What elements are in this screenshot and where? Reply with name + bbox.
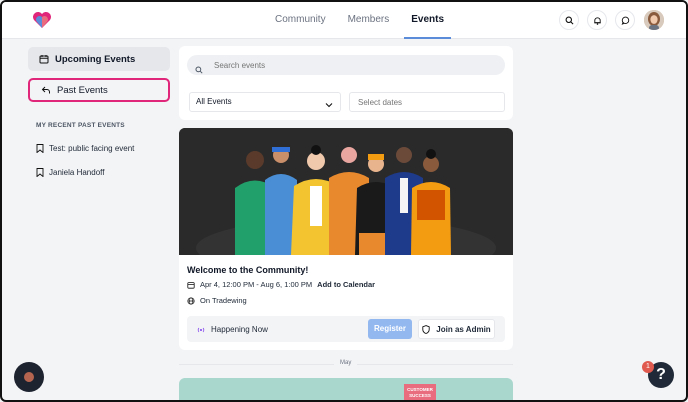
- event-type-select[interactable]: All Events: [189, 92, 341, 112]
- event-filters-card: All Events: [179, 46, 513, 120]
- status-label: Happening Now: [211, 325, 268, 334]
- globe-icon: [187, 296, 195, 305]
- help-notification-badge: 1: [642, 361, 654, 373]
- bell-icon: [593, 16, 601, 25]
- shield-icon: [422, 324, 430, 334]
- search-icon: [565, 16, 573, 24]
- search-icon: [195, 61, 203, 74]
- event-location-row: On Tradewing: [187, 296, 247, 305]
- event-card[interactable]: Welcome to the Community! Apr 4, 12:00 P…: [179, 128, 513, 350]
- event-location: On Tradewing: [200, 296, 247, 305]
- logo-icon[interactable]: [32, 11, 52, 29]
- recent-event-label: Janiela Handoff: [49, 168, 105, 177]
- nav-events[interactable]: Events: [404, 2, 452, 39]
- recent-event-item[interactable]: Janiela Handoff: [36, 168, 105, 178]
- happening-now-status: Happening Now: [197, 325, 268, 334]
- register-button[interactable]: Register: [368, 319, 412, 339]
- join-as-admin-label: Join as Admin: [436, 324, 491, 334]
- event-date-range: Apr 4, 12:00 PM - Aug 6, 1:00 PM: [200, 280, 313, 289]
- launcher-button[interactable]: [14, 362, 44, 392]
- notifications-button[interactable]: [587, 10, 607, 30]
- user-avatar[interactable]: [644, 10, 664, 30]
- chat-icon: [621, 16, 629, 25]
- calendar-icon: [187, 281, 195, 289]
- event-title[interactable]: Welcome to the Community!: [187, 265, 308, 275]
- recent-event-item[interactable]: Test: public facing event: [36, 144, 135, 154]
- recent-event-label: Test: public facing event: [49, 144, 135, 153]
- app-window: Community Members Events Upcoming Events: [0, 0, 688, 402]
- next-event-card[interactable]: CUSTOMER SUCCESS: [179, 378, 513, 400]
- sidebar-item-label: Upcoming Events: [55, 53, 136, 65]
- launcher-dot-icon: [24, 372, 34, 382]
- search-button[interactable]: [559, 10, 579, 30]
- event-cover-image: [179, 128, 513, 278]
- messages-button[interactable]: [615, 10, 635, 30]
- month-divider-label: May: [334, 360, 358, 366]
- nav-community[interactable]: Community: [268, 2, 333, 39]
- next-event-tag: CUSTOMER SUCCESS: [404, 384, 436, 400]
- top-navigation-bar: Community Members Events: [2, 2, 686, 39]
- bookmark-icon: [36, 168, 44, 178]
- sidebar-item-past-events[interactable]: Past Events: [28, 78, 170, 102]
- sidebar-item-label: Past Events: [57, 84, 108, 96]
- live-broadcast-icon: [197, 326, 205, 334]
- main-nav: Community Members Events: [268, 2, 459, 39]
- date-range-input[interactable]: [349, 92, 505, 112]
- undo-arrow-icon: [41, 85, 51, 95]
- sidebar-item-upcoming-events[interactable]: Upcoming Events: [28, 47, 170, 71]
- recent-past-events-heading: MY RECENT PAST EVENTS: [36, 122, 125, 129]
- search-input[interactable]: [187, 55, 505, 75]
- event-action-bar: Happening Now Register Join as Admin: [187, 316, 505, 342]
- chevron-down-icon: [325, 98, 333, 108]
- add-to-calendar-link[interactable]: Add to Calendar: [317, 280, 375, 289]
- join-as-admin-button[interactable]: Join as Admin: [418, 319, 495, 339]
- event-date-row: Apr 4, 12:00 PM - Aug 6, 1:00 PM Add to …: [187, 280, 375, 289]
- calendar-icon: [39, 54, 49, 64]
- bookmark-icon: [36, 144, 44, 154]
- event-type-value: All Events: [196, 97, 232, 106]
- nav-members[interactable]: Members: [341, 2, 397, 39]
